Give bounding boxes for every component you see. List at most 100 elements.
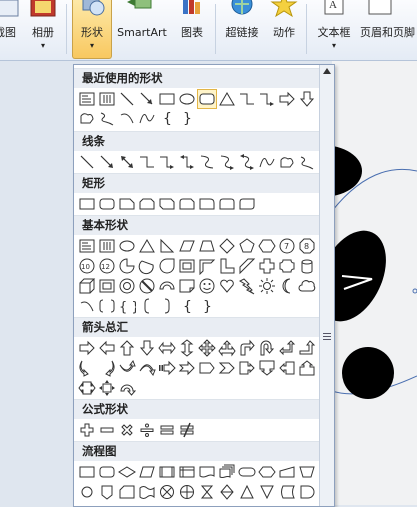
freeform-shape-icon[interactable]	[78, 109, 96, 127]
flowchart-process-shape-icon[interactable]	[78, 463, 96, 481]
no-symbol-shape-icon[interactable]	[138, 277, 156, 295]
flowchart-delay-shape-icon[interactable]	[298, 483, 316, 501]
flowchart-document-shape-icon[interactable]	[198, 463, 216, 481]
screenshot-button[interactable]: 截图	[0, 0, 22, 58]
vertical-textbox-shape-icon[interactable]	[98, 237, 116, 255]
dodecagon-shape-icon[interactable]: 12	[98, 257, 116, 275]
quad-arrow-callout-shape-icon[interactable]	[98, 379, 116, 397]
line-shape-icon[interactable]	[78, 153, 96, 171]
arc-shape-icon[interactable]	[78, 297, 96, 315]
scroll-grip-icon[interactable]	[323, 333, 331, 340]
snip-diagonal-rectangle-shape-icon[interactable]	[158, 195, 176, 213]
flowchart-or-shape-icon[interactable]	[178, 483, 196, 501]
rectangle-shape-icon[interactable]	[158, 90, 176, 108]
textbox-shape-icon[interactable]	[78, 237, 96, 255]
flowchart-summing-junction-shape-icon[interactable]	[158, 483, 176, 501]
curve-shape-icon[interactable]	[258, 153, 276, 171]
chord-shape-icon[interactable]	[138, 257, 156, 275]
block-arc-shape-icon[interactable]	[158, 277, 176, 295]
math-equal-shape-icon[interactable]	[158, 421, 176, 439]
round-single-corner-rectangle-shape-icon[interactable]	[198, 195, 216, 213]
bevel-shape-icon[interactable]	[98, 277, 116, 295]
folded-corner-shape-icon[interactable]	[178, 277, 196, 295]
elbow-connector-shape-icon[interactable]	[138, 153, 156, 171]
freeform-shape-icon[interactable]	[278, 153, 296, 171]
plus-shape-icon[interactable]	[258, 257, 276, 275]
can-shape-icon[interactable]	[298, 257, 316, 275]
snip-round-rectangle-shape-icon[interactable]	[178, 195, 196, 213]
flowchart-punched-tape-shape-icon[interactable]	[138, 483, 156, 501]
curved-left-arrow-shape-icon[interactable]	[98, 359, 116, 377]
half-frame-shape-icon[interactable]	[198, 257, 216, 275]
donut-shape-icon[interactable]	[118, 277, 136, 295]
left-right-up-arrow-shape-icon[interactable]	[218, 339, 236, 357]
flowchart-multidocument-shape-icon[interactable]	[218, 463, 236, 481]
elbow-arrow-connector-shape-icon[interactable]	[158, 153, 176, 171]
math-divide-shape-icon[interactable]	[138, 421, 156, 439]
vertical-textbox-shape-icon[interactable]	[98, 90, 116, 108]
left-right-arrow-callout-shape-icon[interactable]	[78, 379, 96, 397]
smiley-face-shape-icon[interactable]	[198, 277, 216, 295]
flowchart-sort-shape-icon[interactable]	[218, 483, 236, 501]
flowchart-preparation-shape-icon[interactable]	[258, 463, 276, 481]
octagon-shape-icon[interactable]: 8	[298, 237, 316, 255]
curved-up-arrow-shape-icon[interactable]	[118, 359, 136, 377]
flowchart-offpage-connector-shape-icon[interactable]	[98, 483, 116, 501]
rounded-rectangle-shape-icon[interactable]	[98, 195, 116, 213]
moon-shape-icon[interactable]	[278, 277, 296, 295]
arrow-line-shape-icon[interactable]	[98, 153, 116, 171]
up-down-arrow-shape-icon[interactable]	[178, 339, 196, 357]
left-brace-shape-icon[interactable]: {	[158, 109, 176, 127]
cube-shape-icon[interactable]	[78, 277, 96, 295]
curved-arrow-connector-shape-icon[interactable]	[218, 153, 236, 171]
striped-right-arrow-shape-icon[interactable]	[158, 359, 176, 377]
down-arrow-shape-icon[interactable]	[138, 339, 156, 357]
pentagon-arrow-shape-icon[interactable]	[198, 359, 216, 377]
round-same-side-rectangle-shape-icon[interactable]	[218, 195, 236, 213]
curved-connector-shape-icon[interactable]	[198, 153, 216, 171]
smartart-button[interactable]: SmartArt	[114, 0, 170, 58]
double-arrow-line-shape-icon[interactable]	[118, 153, 136, 171]
flowchart-internal-storage-shape-icon[interactable]	[178, 463, 196, 481]
left-arrow-shape-icon[interactable]	[98, 339, 116, 357]
double-bracket-shape-icon[interactable]	[98, 297, 116, 315]
circular-arrow-shape-icon[interactable]	[118, 379, 136, 397]
teardrop-shape-icon[interactable]	[158, 257, 176, 275]
action-button[interactable]: 动作	[266, 0, 302, 58]
curved-double-arrow-shape-icon[interactable]	[238, 153, 256, 171]
math-plus-shape-icon[interactable]	[78, 421, 96, 439]
heptagon-shape-icon[interactable]: 7	[278, 237, 296, 255]
math-not-equal-shape-icon[interactable]	[178, 421, 196, 439]
snip-corner-rectangle-shape-icon[interactable]	[118, 195, 136, 213]
up-arrow-shape-icon[interactable]	[118, 339, 136, 357]
gallery-scrollbar[interactable]	[319, 65, 334, 506]
hyperlink-button[interactable]: 超链接	[220, 0, 264, 58]
decagon-shape-icon[interactable]: 10	[78, 257, 96, 275]
bent-up-arrow-shape-icon[interactable]	[298, 339, 316, 357]
right-arrow-callout-shape-icon[interactable]	[238, 359, 256, 377]
flowchart-stored-data-shape-icon[interactable]	[278, 483, 296, 501]
l-shape-icon[interactable]	[218, 257, 236, 275]
curved-down-arrow-shape-icon[interactable]	[138, 359, 156, 377]
flowchart-predefined-process-shape-icon[interactable]	[158, 463, 176, 481]
left-brace-shape-icon[interactable]: {	[178, 297, 196, 315]
left-up-arrow-shape-icon[interactable]	[278, 339, 296, 357]
flowchart-decision-shape-icon[interactable]	[118, 463, 136, 481]
plaque-shape-icon[interactable]	[278, 257, 296, 275]
notched-right-arrow-shape-icon[interactable]	[178, 359, 196, 377]
u-turn-arrow-shape-icon[interactable]	[258, 339, 276, 357]
flowchart-manual-operation-shape-icon[interactable]	[298, 463, 316, 481]
scroll-up-arrow-icon[interactable]	[323, 68, 331, 74]
left-bracket-shape-icon[interactable]	[138, 297, 156, 315]
rectangle-shape-icon[interactable]	[78, 195, 96, 213]
round-diagonal-rectangle-shape-icon[interactable]	[238, 195, 256, 213]
right-arrow-shape-icon[interactable]	[78, 339, 96, 357]
pie-shape-icon[interactable]	[118, 257, 136, 275]
flowchart-card-shape-icon[interactable]	[118, 483, 136, 501]
right-arrow-shape-icon[interactable]	[278, 90, 296, 108]
shapes-button[interactable]: 形状 ▾	[72, 0, 112, 59]
flowchart-connector-shape-icon[interactable]	[78, 483, 96, 501]
left-arrow-callout-shape-icon[interactable]	[278, 359, 296, 377]
quad-arrow-shape-icon[interactable]	[198, 339, 216, 357]
flowchart-manual-input-shape-icon[interactable]	[278, 463, 296, 481]
